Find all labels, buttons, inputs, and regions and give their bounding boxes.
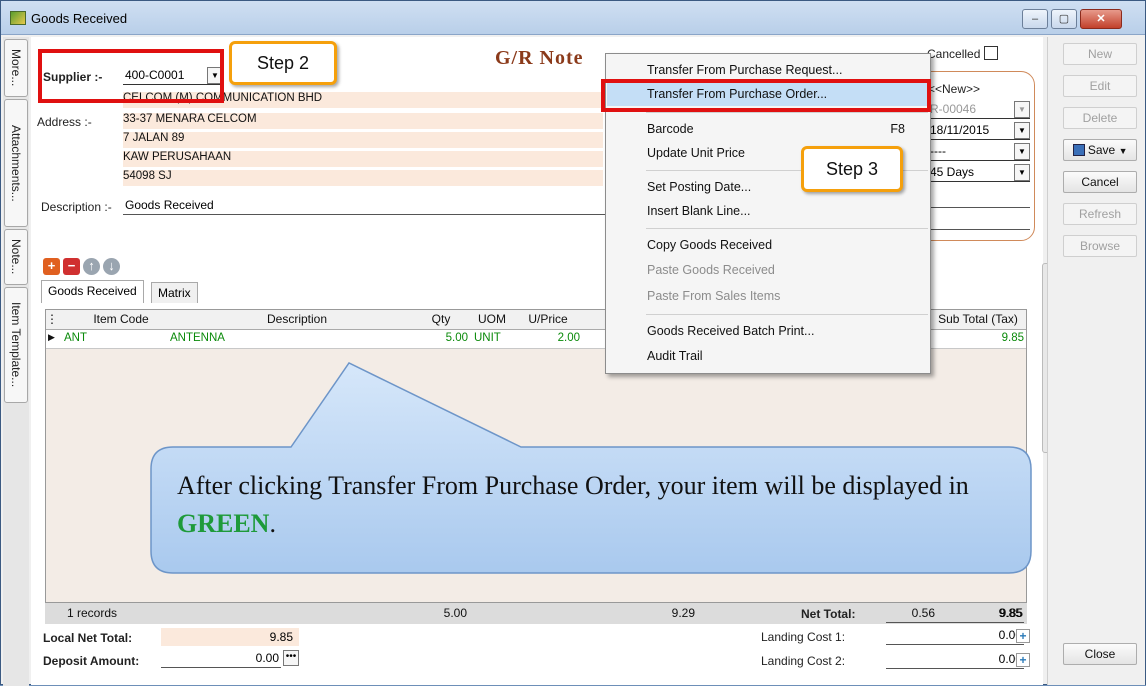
callout-text-suffix: . (269, 509, 276, 538)
callout-text-green: GREEN (177, 509, 270, 538)
callout-text: After clicking Transfer From Purchase Or… (177, 467, 1007, 543)
goods-received-window: Goods Received – ▢ ✕ More... Attachments… (0, 0, 1146, 686)
callout-bubble (150, 362, 1032, 574)
callout-text-prefix: After clicking Transfer From Purchase Or… (177, 471, 969, 500)
